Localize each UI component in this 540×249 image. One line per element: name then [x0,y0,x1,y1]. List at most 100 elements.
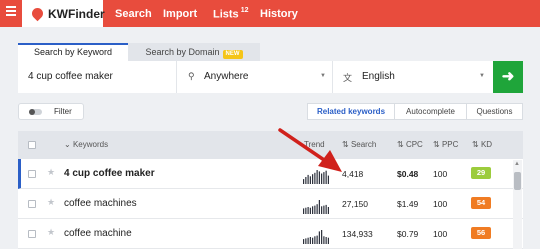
trend-bar [312,237,314,244]
trend-bar [321,230,323,244]
cpc-cell: $0.48 [397,169,419,179]
table-row[interactable]: ★ coffee machine 134,933 $0.79 100 56 [18,219,523,249]
trend-bar [305,207,307,214]
kd-badge: 56 [471,227,491,239]
column-header-search[interactable]: ⇅ Search [342,140,376,149]
column-header-ppc[interactable]: ⇅ PPC [433,140,458,149]
trend-bar [323,205,325,214]
trend-bar [309,237,311,244]
trend-bar [314,205,316,214]
nav-item-lists[interactable]: Lists 12 [213,7,249,21]
tab-related-keywords[interactable]: Related keywords [307,103,395,120]
trend-bar [314,236,316,244]
trend-bar [309,207,311,214]
tab-search-by-keyword[interactable]: Search by Keyword [18,43,128,61]
nav-item-search[interactable]: Search [115,8,152,20]
row-checkbox[interactable] [28,200,36,208]
row-checkbox[interactable] [28,170,36,178]
trend-bar [325,204,327,214]
nav-item-lists-label: Lists [213,8,239,21]
trend-bar [307,207,309,214]
trend-bar [312,174,314,184]
top-nav: KWFinder Search Import Lists 12 History [0,0,540,27]
table-header: ⌄ Keywords Trend ⇅ Search ⇅ CPC ⇅ PPC ⇅ … [18,131,523,159]
trend-bar [303,179,305,184]
trend-bar [307,174,309,184]
ppc-cell: 100 [433,229,448,239]
ppc-cell: 100 [433,199,448,209]
trend-bar [325,170,327,184]
filter-toggle-icon [29,109,42,115]
trend-bar [312,206,314,214]
trend-bar [316,235,318,244]
trend-bar [323,172,325,184]
ppc-header-label: PPC [441,140,459,149]
scroll-up-icon[interactable]: ▲ [514,161,520,167]
search-header-label: Search [350,140,377,149]
kd-badge: 29 [471,167,491,179]
nav-item-import[interactable]: Import [163,8,197,20]
select-all-checkbox[interactable] [28,141,36,149]
kd-badge: 54 [471,197,491,209]
table-scrollbar[interactable]: ▲ [513,160,522,249]
divider [176,61,177,93]
arrow-right-icon: ➜ [501,68,515,85]
table-row[interactable]: ★ coffee machines 27,150 $1.49 100 54 [18,189,523,219]
trend-bar [318,200,320,214]
brand-name: KWFinder [48,7,105,21]
trend-sparkline [303,200,329,214]
star-icon[interactable]: ★ [47,197,55,208]
search-volume-cell: 134,933 [342,229,373,239]
new-badge: NEW [222,50,243,59]
trend-sparkline [303,230,329,244]
star-icon[interactable]: ★ [47,227,55,238]
brand-logo[interactable]: KWFinder [22,0,105,27]
trend-sparkline [303,170,329,184]
trend-bar [309,176,311,184]
trend-bar [327,237,329,244]
cpc-header-label: CPC [405,140,423,149]
keyword-cell: coffee machine [64,228,132,239]
location-pin-icon: ⚲ [188,71,195,81]
column-header-keywords[interactable]: ⌄ Keywords [64,140,108,149]
nav-item-history[interactable]: History [260,8,298,20]
trend-bar [321,173,323,184]
lists-count-badge: 12 [240,7,249,14]
column-header-trend[interactable]: Trend [304,140,325,149]
row-checkbox[interactable] [28,230,36,238]
language-chevron-down-icon[interactable]: ▼ [479,73,485,79]
trend-bar [314,172,316,184]
ppc-cell: 100 [433,169,448,179]
trend-bar [325,237,327,244]
trend-bar [327,175,329,184]
search-bar: 4 cup coffee maker ⚲ Anywhere ▼ 文 Englis… [18,61,493,93]
language-select[interactable]: English [362,71,395,82]
tab-autocomplete[interactable]: Autocomplete [394,103,467,120]
keyword-cell: coffee machines [64,198,137,209]
trend-bar [305,177,307,184]
trend-bar [323,236,325,244]
table-row[interactable]: ★ 4 cup coffee maker 4,418 $0.48 100 29 [18,159,523,189]
tab-questions[interactable]: Questions [466,103,523,120]
cpc-cell: $1.49 [397,199,419,209]
tab-search-by-domain-label: Search by Domain [145,47,220,57]
trend-bar [303,208,305,214]
column-header-cpc[interactable]: ⇅ CPC [397,140,423,149]
scrollbar-thumb[interactable] [514,172,521,190]
filter-label: Filter [54,107,72,116]
trend-bar [305,238,307,244]
trend-bar [318,231,320,244]
location-chevron-down-icon[interactable]: ▼ [320,73,326,79]
star-icon[interactable]: ★ [47,167,55,178]
column-header-kd[interactable]: ⇅ KD [472,140,492,149]
divider [332,61,333,93]
cpc-cell: $0.79 [397,229,419,239]
menu-icon[interactable] [6,6,16,18]
keyword-input[interactable]: 4 cup coffee maker [28,71,113,82]
trend-bar [303,239,305,244]
kwfinder-logo-icon [29,5,46,22]
search-go-button[interactable]: ➜ [493,61,523,93]
location-select[interactable]: Anywhere [204,71,248,82]
filter-button[interactable]: Filter [18,103,84,120]
tab-search-by-domain[interactable]: Search by Domain NEW [128,43,260,61]
